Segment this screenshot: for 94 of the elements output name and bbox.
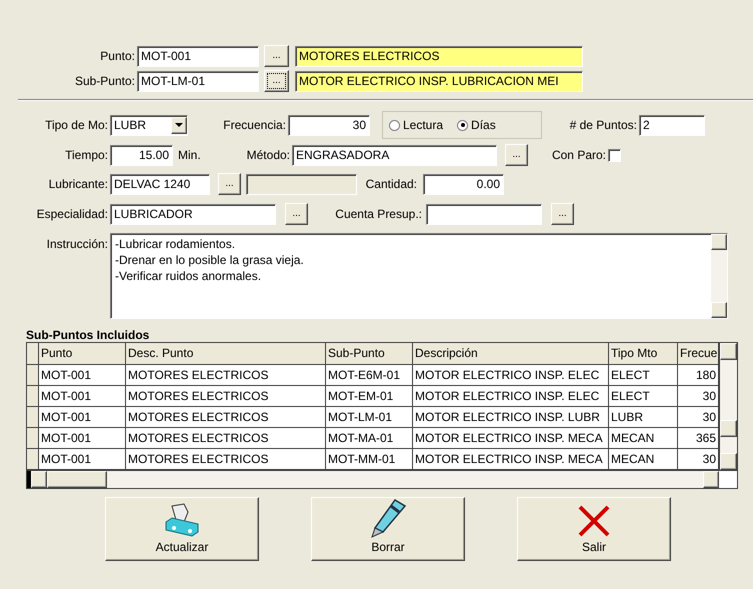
text-field[interactable] bbox=[426, 204, 542, 224]
browse-button[interactable]: ... bbox=[505, 144, 528, 166]
browse-button[interactable]: ... bbox=[285, 203, 308, 225]
column-header[interactable]: Punto bbox=[39, 343, 126, 364]
row-header[interactable] bbox=[27, 428, 39, 448]
close-icon bbox=[577, 504, 611, 538]
table-cell: MECAN bbox=[609, 428, 678, 448]
table-cell: MOTOR ELECTRICO INSP. MECA bbox=[413, 449, 609, 469]
text-field[interactable]: 0.00 bbox=[423, 174, 504, 194]
table-cell: MOT-LM-01 bbox=[326, 407, 413, 427]
row-header[interactable] bbox=[27, 365, 39, 385]
column-header[interactable]: Tipo Mto bbox=[609, 343, 678, 364]
table-cell: MOTORES ELECTRICOS bbox=[126, 365, 326, 385]
checkbox[interactable] bbox=[608, 148, 621, 162]
action-button[interactable]: Borrar bbox=[311, 497, 465, 561]
radio-option[interactable]: Lectura bbox=[389, 116, 444, 134]
field-label: Sub-Punto: bbox=[74, 73, 136, 90]
field-label: # de Puntos: bbox=[568, 117, 638, 134]
scroll-up-button[interactable] bbox=[720, 343, 737, 360]
field-label: Lubricante: bbox=[48, 176, 109, 193]
scroll-down-button[interactable] bbox=[711, 302, 727, 318]
scroll-left-button[interactable] bbox=[31, 471, 47, 488]
table-cell: MOTORES ELECTRICOS bbox=[126, 386, 326, 406]
table-cell: MOTORES ELECTRICOS bbox=[126, 407, 326, 427]
unit-label: Min. bbox=[178, 147, 202, 164]
table-cell: MOTOR ELECTRICO INSP. ELEC bbox=[413, 365, 609, 385]
text-field[interactable]: MOT-LM-01 bbox=[137, 70, 259, 92]
scroll-down-button[interactable] bbox=[720, 453, 737, 470]
scrollbar[interactable] bbox=[719, 343, 737, 470]
type-dropdown[interactable]: LUBR bbox=[110, 114, 188, 136]
table-cell: MOT-001 bbox=[39, 428, 126, 448]
field-label: Método: bbox=[246, 147, 291, 164]
table-cell: MOTOR ELECTRICO INSP. LUBR bbox=[413, 407, 609, 427]
text-field[interactable]: 2 bbox=[639, 114, 705, 136]
text-field[interactable]: LUBRICADOR bbox=[110, 204, 276, 224]
text-field[interactable]: 15.00 bbox=[110, 144, 173, 166]
table-cell: MOT-001 bbox=[39, 449, 126, 469]
text-field[interactable]: ENGRASADORA bbox=[292, 144, 497, 166]
column-header[interactable]: Desc. Punto bbox=[126, 343, 326, 364]
text-field[interactable]: 30 bbox=[288, 114, 370, 136]
table-cell: MOTORES ELECTRICOS bbox=[126, 449, 326, 469]
column-header[interactable]: Sub-Punto bbox=[326, 343, 413, 364]
browse-button[interactable]: ... bbox=[551, 203, 574, 225]
field-label: Tiempo: bbox=[64, 147, 109, 164]
radio-option[interactable]: Días bbox=[457, 116, 496, 134]
field-label: Punto: bbox=[99, 48, 136, 65]
table-cell: LUBR bbox=[609, 407, 678, 427]
table-cell: MOT-E6M-01 bbox=[326, 365, 413, 385]
description-field[interactable]: MOTORES ELECTRICOS bbox=[295, 46, 583, 66]
row-header[interactable] bbox=[27, 386, 39, 406]
table-cell: MOT-001 bbox=[39, 386, 126, 406]
instruction-textarea[interactable]: -Lubricar rodamientos. -Drenar en lo posible la grasa vieja. -Verificar ruidos anormales. bbox=[110, 233, 728, 319]
field-label: Tipo de Mo: bbox=[44, 117, 109, 134]
table-cell: MOTOR ELECTRICO INSP. MECA bbox=[413, 428, 609, 448]
table-cell: MOTORES ELECTRICOS bbox=[126, 428, 326, 448]
table-cell: MOT-EM-01 bbox=[326, 386, 413, 406]
table-cell: MOT-001 bbox=[39, 365, 126, 385]
field-label: Con Paro: bbox=[550, 147, 607, 164]
table-cell: MOTOR ELECTRICO INSP. ELEC bbox=[413, 386, 609, 406]
table-cell: ELECT bbox=[609, 365, 678, 385]
pencil-icon bbox=[369, 498, 407, 538]
action-button[interactable]: Salir bbox=[517, 497, 671, 561]
instruction-line: -Lubricar rodamientos. bbox=[115, 236, 236, 252]
table-cell: ELECT bbox=[609, 386, 678, 406]
table-cell: MECAN bbox=[609, 449, 678, 469]
action-button[interactable]: Actualizar bbox=[105, 497, 259, 561]
row-header[interactable] bbox=[27, 407, 39, 427]
table-cell: MOT-MA-01 bbox=[326, 428, 413, 448]
section-title: Sub-Puntos Incluidos bbox=[26, 328, 150, 342]
field-label: Cantidad: bbox=[364, 176, 418, 193]
field-label: Frecuencia: bbox=[222, 117, 287, 134]
text-field[interactable]: DELVAC 1240 bbox=[110, 174, 210, 194]
browse-button[interactable]: ... bbox=[264, 45, 289, 67]
scroll-thumb[interactable] bbox=[720, 420, 737, 437]
description-field[interactable]: MOTOR ELECTRICO INSP. LUBRICACION MEI bbox=[295, 70, 583, 92]
column-header[interactable]: Descripción bbox=[413, 343, 609, 364]
row-marker bbox=[27, 471, 31, 488]
instruction-line: -Verificar ruidos anormales. bbox=[115, 268, 262, 284]
table-cell: MOT-001 bbox=[39, 407, 126, 427]
text-field[interactable]: MOT-001 bbox=[137, 46, 259, 66]
scroll-thumb[interactable] bbox=[47, 471, 107, 488]
field-label: Cuenta Presup.: bbox=[334, 206, 423, 223]
scrollbar[interactable] bbox=[711, 234, 727, 318]
field-label: Instrucción: bbox=[46, 236, 109, 253]
table-cell: MOT-MM-01 bbox=[326, 449, 413, 469]
scrollbar[interactable] bbox=[27, 470, 737, 488]
instruction-line: -Drenar en lo posible la grasa vieja. bbox=[115, 252, 305, 268]
browse-button[interactable]: ... bbox=[264, 70, 289, 92]
browse-button[interactable]: ... bbox=[218, 173, 241, 195]
field-label: Especialidad: bbox=[36, 206, 109, 223]
row-header[interactable] bbox=[27, 449, 39, 469]
scroll-up-button[interactable] bbox=[711, 234, 727, 250]
scroll-right-button[interactable] bbox=[703, 471, 719, 488]
text-field[interactable] bbox=[246, 174, 357, 194]
